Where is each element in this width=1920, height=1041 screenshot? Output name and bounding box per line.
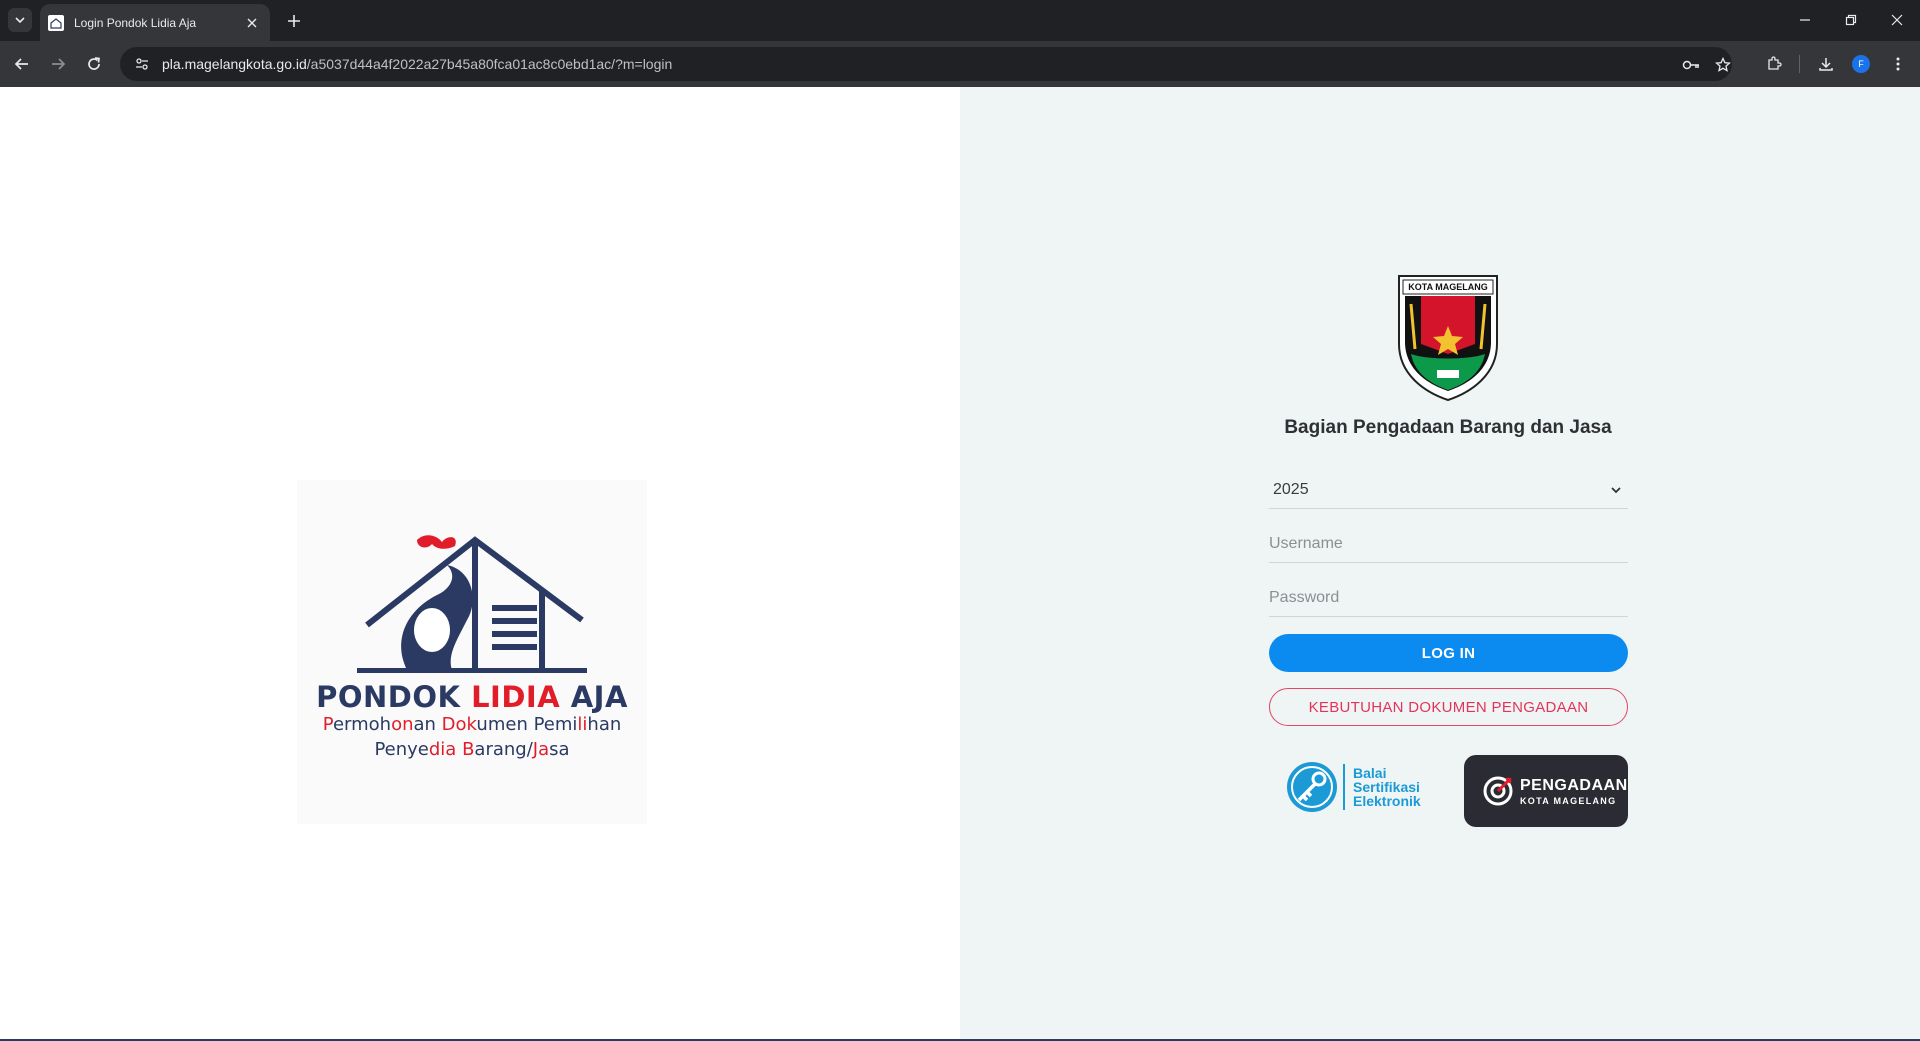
tag-seg: dia (428, 739, 457, 760)
tag-seg: P (322, 714, 333, 735)
pengadaan-line2: KOTA MAGELANG (1520, 795, 1617, 806)
minimize-icon (1800, 19, 1810, 21)
bsre-key-icon (1287, 762, 1337, 812)
profile-avatar[interactable]: F (1852, 55, 1870, 73)
restore-button[interactable] (1836, 6, 1866, 34)
site-favicon-icon (48, 14, 64, 31)
brand-name-part1: PONDOK (316, 680, 472, 714)
crest-shield-icon: KOTA MAGELANG (1398, 275, 1498, 402)
arrow-right-icon (52, 58, 66, 70)
pengadaan-text: PENGADAAN KOTA MAGELANG (1520, 777, 1628, 806)
site-info-icon[interactable] (130, 52, 154, 76)
brand-name: PONDOK LIDIA AJA (297, 680, 647, 714)
tag-seg: ok (455, 714, 477, 735)
tab-title: Login Pondok Lidia Aja (74, 15, 197, 30)
login-button[interactable]: LOG IN (1269, 634, 1628, 672)
pondok-lidia-aja-logo: PONDOK LIDIA AJA Permohonan Dokumen Pemi… (297, 480, 647, 824)
year-select-value: 2025 (1273, 480, 1309, 498)
pengadaan-kota-magelang-logo[interactable]: PENGADAAN KOTA MAGELANG (1464, 755, 1628, 827)
tab-active[interactable]: Login Pondok Lidia Aja (40, 4, 270, 41)
url-text: pla.magelangkota.go.id/a5037d44a4f2022a2… (162, 56, 672, 72)
extensions-icon[interactable] (1760, 50, 1788, 78)
back-button[interactable] (8, 50, 36, 78)
browser-toolbar: pla.magelangkota.go.id/a5037d44a4f2022a2… (0, 41, 1920, 87)
chevron-down-icon (1608, 482, 1624, 498)
tag-seg: Ja (532, 739, 550, 760)
close-tab-icon[interactable] (242, 13, 262, 33)
brand-tagline-line2: Penyedia Barang/Jasa (297, 739, 647, 760)
chevron-down-icon (15, 17, 25, 24)
bsre-text: Balai Sertifikasi Elektronik (1353, 766, 1421, 808)
browser-chrome: Login Pondok Lidia Aja pla.magelangkota.… (0, 0, 1920, 87)
tag-seg: han (587, 714, 622, 735)
house-figure-icon (357, 535, 587, 673)
reload-button[interactable] (80, 50, 108, 78)
address-bar[interactable]: pla.magelangkota.go.id/a5037d44a4f2022a2… (120, 47, 1732, 81)
plus-icon (288, 15, 300, 27)
login-panel: KOTA MAGELANG Bagian Pengadaan Barang da… (960, 87, 1920, 1041)
tab-strip: Login Pondok Lidia Aja (0, 0, 1920, 41)
org-title: Bagian Pengadaan Barang dan Jasa (1284, 417, 1612, 438)
new-tab-button[interactable] (281, 8, 307, 34)
url-host: pla.magelangkota.go.id (162, 56, 307, 72)
bsre-divider (1343, 764, 1345, 810)
tag-seg: on (391, 714, 414, 735)
brand-name-part2: LIDIA (471, 680, 561, 714)
tag-seg: arang/ (474, 739, 533, 760)
forward-button[interactable] (44, 50, 72, 78)
close-icon (1891, 14, 1903, 26)
bsre-line1: Balai (1353, 765, 1387, 781)
reload-icon (88, 57, 100, 70)
tab-search-button[interactable] (8, 8, 32, 32)
pengadaan-line1: PENGADAAN (1520, 776, 1628, 794)
arrow-left-icon (14, 58, 28, 70)
bsre-line3: Elektronik (1353, 793, 1421, 809)
kota-magelang-crest: KOTA MAGELANG (1397, 274, 1499, 402)
brand-tagline-line1: Permohonan Dokumen Pemilihan (297, 714, 647, 735)
restore-icon (1845, 14, 1857, 26)
tag-seg: B (456, 739, 475, 760)
target-icon (1483, 776, 1513, 806)
tag-seg: umen Pemi (476, 714, 578, 735)
menu-kebab-icon[interactable] (1884, 50, 1912, 78)
tag-seg: ermoh (332, 714, 392, 735)
bsre-logo[interactable]: Balai Sertifikasi Elektronik (1285, 757, 1435, 817)
brand-panel: PONDOK LIDIA AJA Permohonan Dokumen Pemi… (0, 87, 960, 1041)
url-path: /a5037d44a4f2022a27b45a80fca01ac8c0ebd1a… (306, 56, 673, 72)
bsre-line2: Sertifikasi (1353, 779, 1420, 795)
window-close-button[interactable] (1882, 6, 1912, 34)
username-placeholder: Username (1269, 534, 1343, 552)
tag-seg: Penye (374, 739, 429, 760)
password-input[interactable]: Password (1269, 579, 1628, 617)
password-placeholder: Password (1269, 588, 1340, 606)
procurement-documents-button[interactable]: KEBUTUHAN DOKUMEN PENGADAAN (1269, 688, 1628, 726)
tag-seg: sa (549, 739, 570, 760)
bookmark-star-icon[interactable] (1712, 54, 1734, 76)
tag-seg: D (441, 714, 456, 735)
crest-caption: KOTA MAGELANG (1408, 282, 1488, 292)
minimize-button[interactable] (1790, 6, 1820, 34)
toolbar-divider (1799, 55, 1800, 73)
brand-name-part3: AJA (560, 680, 628, 714)
tag-seg: an (413, 714, 442, 735)
downloads-icon[interactable] (1812, 50, 1840, 78)
password-key-icon[interactable] (1680, 54, 1702, 76)
tag-seg: li (577, 714, 588, 735)
username-input[interactable]: Username (1269, 525, 1628, 563)
year-select[interactable]: 2025 (1269, 471, 1628, 509)
